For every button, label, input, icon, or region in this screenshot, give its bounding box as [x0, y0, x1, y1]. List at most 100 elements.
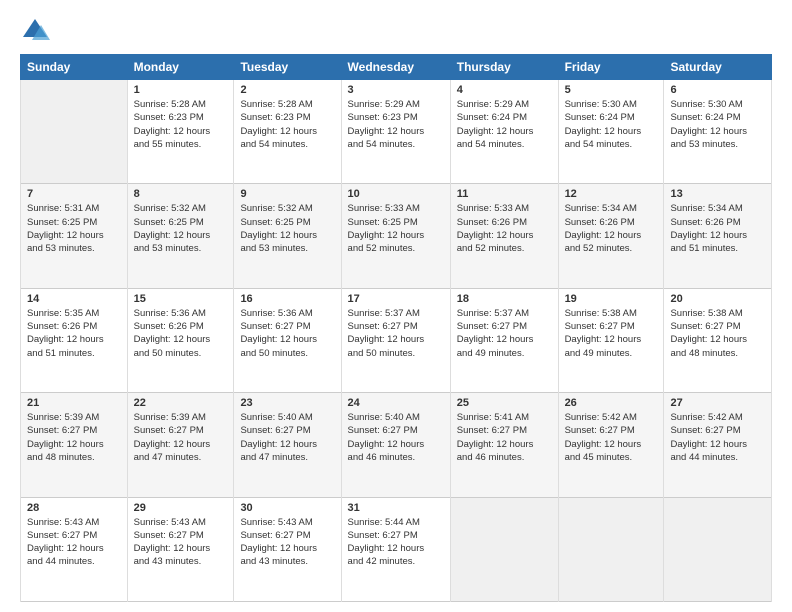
cell-2-3: 17 Sunrise: 5:37 AM Sunset: 6:27 PM Dayli…: [341, 288, 450, 392]
day-number: 25: [457, 397, 552, 409]
logo-icon: [20, 16, 50, 46]
cell-2-4: 18 Sunrise: 5:37 AM Sunset: 6:27 PM Dayli…: [450, 288, 558, 392]
cell-1-5: 12Sunrise: 5:34 AM Sunset: 6:26 PM Dayli…: [558, 184, 664, 288]
day-number: 20: [670, 293, 765, 305]
cell-1-2: 9 Sunrise: 5:32 AM Sunset: 6:25 PM Daylig…: [234, 184, 341, 288]
cell-3-1: 22 Sunrise: 5:39 AM Sunset: 6:27 PM Dayli…: [127, 393, 234, 497]
cell-1-4: 11 Sunrise: 5:33 AM Sunset: 6:26 PM Dayli…: [450, 184, 558, 288]
header-day-saturday: Saturday: [664, 55, 772, 80]
day-info: Sunrise: 5:33 AM Sunset: 6:25 PM Dayligh…: [348, 202, 444, 255]
day-number: 13: [670, 188, 765, 200]
cell-0-1: 1 Sunrise: 5:28 AM Sunset: 6:23 PM Daylig…: [127, 80, 234, 184]
day-number: 24: [348, 397, 444, 409]
cell-3-0: 21Sunrise: 5:39 AM Sunset: 6:27 PM Dayli…: [21, 393, 128, 497]
header-row: SundayMondayTuesdayWednesdayThursdayFrid…: [21, 55, 772, 80]
header-day-sunday: Sunday: [21, 55, 128, 80]
day-number: 28: [27, 502, 121, 514]
day-info: Sunrise: 5:29 AM Sunset: 6:24 PM Dayligh…: [457, 98, 552, 151]
day-info: Sunrise: 5:40 AM Sunset: 6:27 PM Dayligh…: [240, 411, 334, 464]
day-info: Sunrise: 5:31 AM Sunset: 6:25 PM Dayligh…: [27, 202, 121, 255]
cell-0-6: 6 Sunrise: 5:30 AM Sunset: 6:24 PM Daylig…: [664, 80, 772, 184]
day-number: 16: [240, 293, 334, 305]
day-info: Sunrise: 5:39 AM Sunset: 6:27 PM Dayligh…: [134, 411, 228, 464]
day-info: Sunrise: 5:32 AM Sunset: 6:25 PM Dayligh…: [134, 202, 228, 255]
day-number: 30: [240, 502, 334, 514]
header-day-monday: Monday: [127, 55, 234, 80]
cell-0-5: 5 Sunrise: 5:30 AM Sunset: 6:24 PM Daylig…: [558, 80, 664, 184]
cell-4-3: 31Sunrise: 5:44 AM Sunset: 6:27 PM Dayli…: [341, 497, 450, 601]
day-number: 29: [134, 502, 228, 514]
day-info: Sunrise: 5:41 AM Sunset: 6:27 PM Dayligh…: [457, 411, 552, 464]
week-row-2: 14 Sunrise: 5:35 AM Sunset: 6:26 PM Dayli…: [21, 288, 772, 392]
cell-0-2: 2Sunrise: 5:28 AM Sunset: 6:23 PM Daylig…: [234, 80, 341, 184]
cell-4-6: [664, 497, 772, 601]
cell-2-0: 14 Sunrise: 5:35 AM Sunset: 6:26 PM Dayli…: [21, 288, 128, 392]
cell-1-6: 13Sunrise: 5:34 AM Sunset: 6:26 PM Dayli…: [664, 184, 772, 288]
page: SundayMondayTuesdayWednesdayThursdayFrid…: [0, 0, 792, 612]
day-number: 9: [240, 188, 334, 200]
week-row-0: 1 Sunrise: 5:28 AM Sunset: 6:23 PM Daylig…: [21, 80, 772, 184]
day-number: 4: [457, 84, 552, 96]
day-info: Sunrise: 5:43 AM Sunset: 6:27 PM Dayligh…: [27, 516, 121, 569]
day-info: Sunrise: 5:43 AM Sunset: 6:27 PM Dayligh…: [240, 516, 334, 569]
cell-3-2: 23Sunrise: 5:40 AM Sunset: 6:27 PM Dayli…: [234, 393, 341, 497]
day-number: 22: [134, 397, 228, 409]
cell-3-3: 24 Sunrise: 5:40 AM Sunset: 6:27 PM Dayli…: [341, 393, 450, 497]
day-info: Sunrise: 5:36 AM Sunset: 6:27 PM Dayligh…: [240, 307, 334, 360]
day-number: 11: [457, 188, 552, 200]
day-info: Sunrise: 5:33 AM Sunset: 6:26 PM Dayligh…: [457, 202, 552, 255]
day-info: Sunrise: 5:35 AM Sunset: 6:26 PM Dayligh…: [27, 307, 121, 360]
day-number: 7: [27, 188, 121, 200]
cell-4-2: 30 Sunrise: 5:43 AM Sunset: 6:27 PM Dayli…: [234, 497, 341, 601]
calendar-table: SundayMondayTuesdayWednesdayThursdayFrid…: [20, 54, 772, 602]
cell-2-6: 20 Sunrise: 5:38 AM Sunset: 6:27 PM Dayli…: [664, 288, 772, 392]
cell-4-5: [558, 497, 664, 601]
day-info: Sunrise: 5:28 AM Sunset: 6:23 PM Dayligh…: [134, 98, 228, 151]
cell-2-1: 15 Sunrise: 5:36 AM Sunset: 6:26 PM Dayli…: [127, 288, 234, 392]
day-info: Sunrise: 5:38 AM Sunset: 6:27 PM Dayligh…: [565, 307, 658, 360]
day-number: 3: [348, 84, 444, 96]
week-row-1: 7 Sunrise: 5:31 AM Sunset: 6:25 PM Daylig…: [21, 184, 772, 288]
day-number: 18: [457, 293, 552, 305]
week-row-4: 28 Sunrise: 5:43 AM Sunset: 6:27 PM Dayli…: [21, 497, 772, 601]
day-info: Sunrise: 5:37 AM Sunset: 6:27 PM Dayligh…: [457, 307, 552, 360]
day-number: 14: [27, 293, 121, 305]
cell-3-6: 27 Sunrise: 5:42 AM Sunset: 6:27 PM Dayli…: [664, 393, 772, 497]
day-number: 8: [134, 188, 228, 200]
cell-1-0: 7 Sunrise: 5:31 AM Sunset: 6:25 PM Daylig…: [21, 184, 128, 288]
day-info: Sunrise: 5:37 AM Sunset: 6:27 PM Dayligh…: [348, 307, 444, 360]
day-info: Sunrise: 5:30 AM Sunset: 6:24 PM Dayligh…: [565, 98, 658, 151]
day-info: Sunrise: 5:30 AM Sunset: 6:24 PM Dayligh…: [670, 98, 765, 151]
day-info: Sunrise: 5:39 AM Sunset: 6:27 PM Dayligh…: [27, 411, 121, 464]
cell-3-4: 25 Sunrise: 5:41 AM Sunset: 6:27 PM Dayli…: [450, 393, 558, 497]
cell-0-4: 4 Sunrise: 5:29 AM Sunset: 6:24 PM Daylig…: [450, 80, 558, 184]
day-number: 6: [670, 84, 765, 96]
day-number: 17: [348, 293, 444, 305]
day-info: Sunrise: 5:36 AM Sunset: 6:26 PM Dayligh…: [134, 307, 228, 360]
day-number: 1: [134, 84, 228, 96]
cell-0-0: [21, 80, 128, 184]
day-info: Sunrise: 5:38 AM Sunset: 6:27 PM Dayligh…: [670, 307, 765, 360]
cell-0-3: 3 Sunrise: 5:29 AM Sunset: 6:23 PM Daylig…: [341, 80, 450, 184]
day-info: Sunrise: 5:32 AM Sunset: 6:25 PM Dayligh…: [240, 202, 334, 255]
header-day-thursday: Thursday: [450, 55, 558, 80]
cell-2-5: 19 Sunrise: 5:38 AM Sunset: 6:27 PM Dayli…: [558, 288, 664, 392]
day-number: 12: [565, 188, 658, 200]
cell-4-0: 28 Sunrise: 5:43 AM Sunset: 6:27 PM Dayli…: [21, 497, 128, 601]
day-number: 19: [565, 293, 658, 305]
cell-3-5: 26Sunrise: 5:42 AM Sunset: 6:27 PM Dayli…: [558, 393, 664, 497]
logo: [20, 16, 54, 46]
header: [20, 16, 772, 46]
day-info: Sunrise: 5:40 AM Sunset: 6:27 PM Dayligh…: [348, 411, 444, 464]
header-day-tuesday: Tuesday: [234, 55, 341, 80]
cell-1-3: 10Sunrise: 5:33 AM Sunset: 6:25 PM Dayli…: [341, 184, 450, 288]
cell-1-1: 8 Sunrise: 5:32 AM Sunset: 6:25 PM Daylig…: [127, 184, 234, 288]
cell-4-1: 29Sunrise: 5:43 AM Sunset: 6:27 PM Dayli…: [127, 497, 234, 601]
day-number: 27: [670, 397, 765, 409]
day-info: Sunrise: 5:29 AM Sunset: 6:23 PM Dayligh…: [348, 98, 444, 151]
day-info: Sunrise: 5:42 AM Sunset: 6:27 PM Dayligh…: [670, 411, 765, 464]
day-number: 26: [565, 397, 658, 409]
day-info: Sunrise: 5:44 AM Sunset: 6:27 PM Dayligh…: [348, 516, 444, 569]
day-number: 15: [134, 293, 228, 305]
day-number: 5: [565, 84, 658, 96]
